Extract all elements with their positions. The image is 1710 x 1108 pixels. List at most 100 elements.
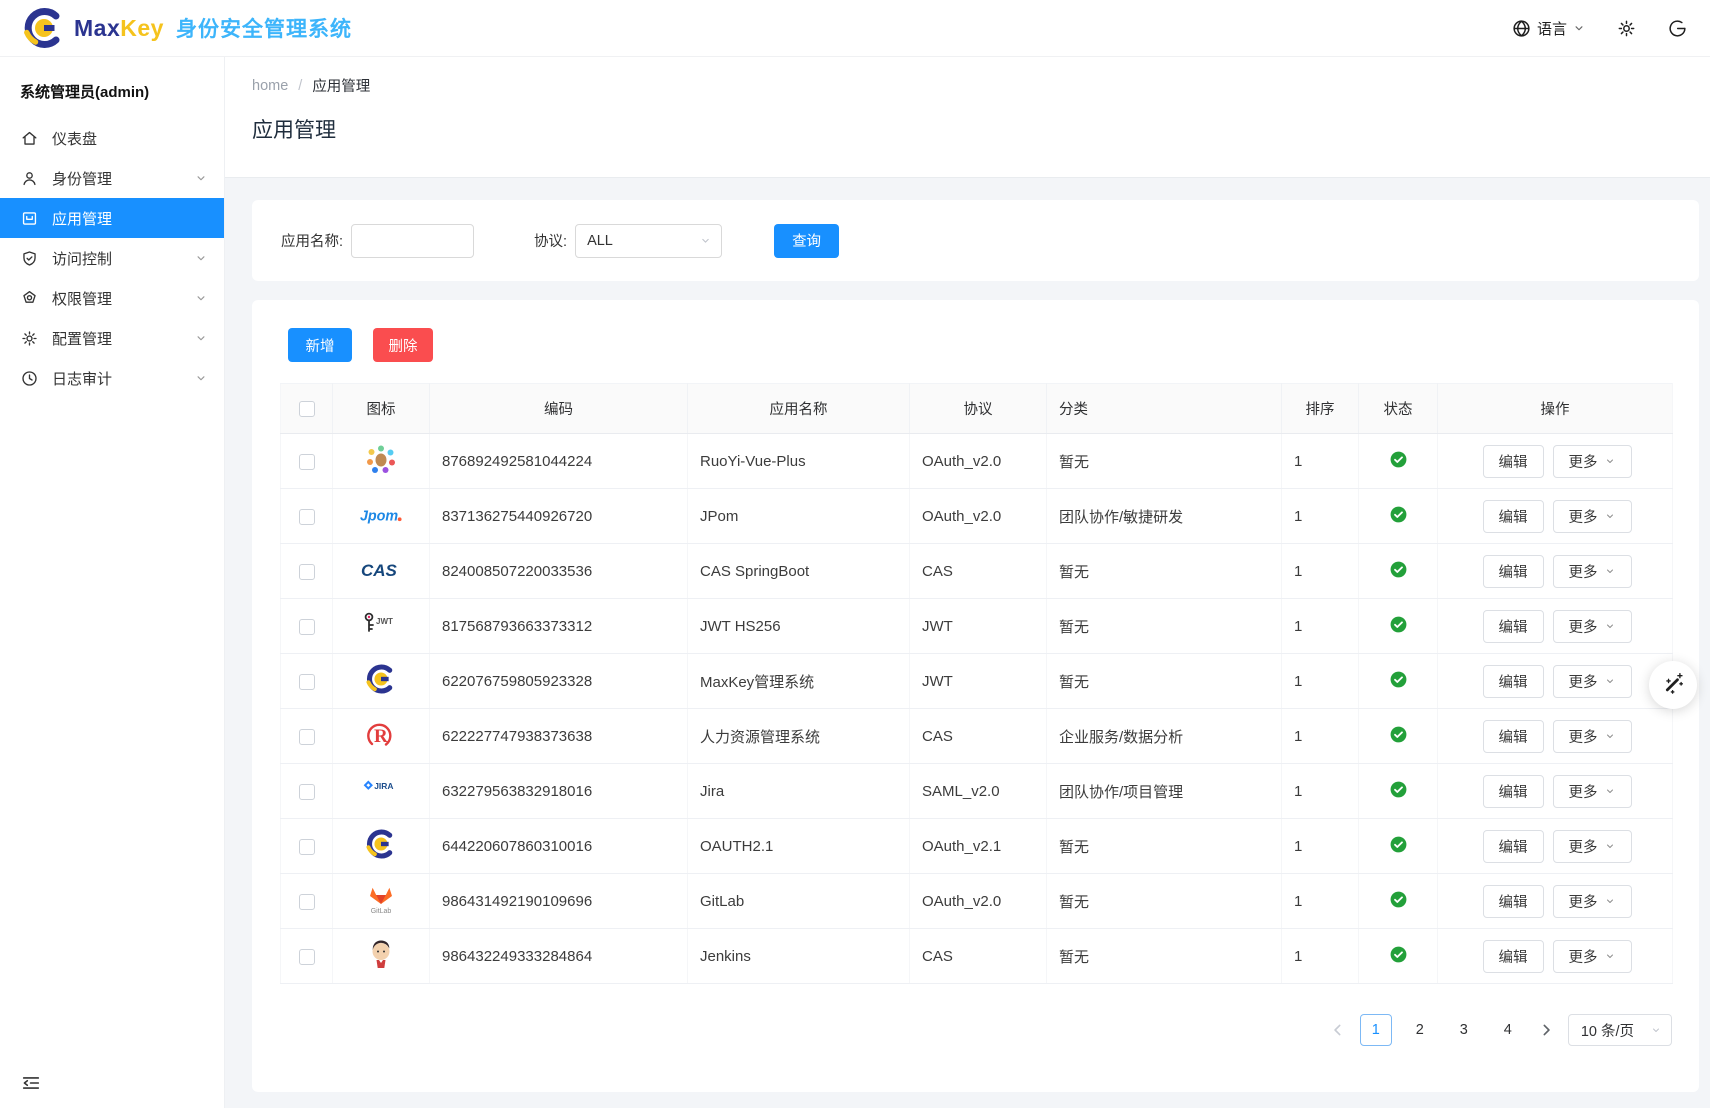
more-button[interactable]: 更多 — [1553, 500, 1632, 533]
row-checkbox[interactable] — [299, 674, 315, 690]
svg-text:JWT: JWT — [376, 617, 393, 626]
sidebar-item-audit[interactable]: 日志审计 — [0, 358, 224, 398]
row-checkbox[interactable] — [299, 454, 315, 470]
app-sort: 1 — [1282, 599, 1359, 654]
row-checkbox[interactable] — [299, 894, 315, 910]
chevron-down-icon — [1604, 730, 1616, 742]
gear-icon — [1616, 18, 1637, 39]
gear-icon — [20, 329, 39, 348]
jwt-logo-icon: JWT — [359, 608, 403, 640]
row-checkbox[interactable] — [299, 509, 315, 525]
more-button[interactable]: 更多 — [1553, 665, 1632, 698]
svg-text:JIRA: JIRA — [374, 781, 393, 791]
header-actions: 语言 — [1511, 18, 1688, 39]
edit-button[interactable]: 编辑 — [1483, 830, 1544, 863]
app-name: GitLab — [688, 874, 910, 929]
app-name: 人力资源管理系统 — [688, 709, 910, 764]
app-protocol: OAuth_v2.0 — [910, 874, 1047, 929]
protocol-select[interactable]: ALL — [575, 224, 722, 258]
edit-button[interactable]: 编辑 — [1483, 445, 1544, 478]
status-enabled-icon — [1389, 615, 1408, 634]
sidebar-item-permissions[interactable]: 权限管理 — [0, 278, 224, 318]
page-number-button[interactable]: 4 — [1492, 1014, 1524, 1046]
page-number-button[interactable]: 2 — [1404, 1014, 1436, 1046]
app-sort: 1 — [1282, 819, 1359, 874]
chevron-down-icon — [194, 251, 208, 265]
app-name-input[interactable] — [351, 224, 474, 258]
page-number-button[interactable]: 3 — [1448, 1014, 1480, 1046]
protocol-label: 协议: — [534, 230, 567, 251]
logout-button[interactable] — [1667, 18, 1688, 39]
settings-button[interactable] — [1616, 18, 1637, 39]
app-category: 暂无 — [1047, 654, 1282, 709]
app-window-icon — [20, 209, 39, 228]
app-code: 986432249333284864 — [430, 929, 688, 984]
brand: Max Key 身份安全管理系统 — [22, 6, 352, 50]
row-checkbox[interactable] — [299, 839, 315, 855]
more-button[interactable]: 更多 — [1553, 775, 1632, 808]
delete-button[interactable]: 删除 — [373, 328, 433, 362]
more-button[interactable]: 更多 — [1553, 610, 1632, 643]
main-content: home / 应用管理 应用管理 应用名称: 协议: ALL 查询 新增 删除 … — [225, 57, 1710, 1108]
edit-button[interactable]: 编辑 — [1483, 665, 1544, 698]
row-checkbox[interactable] — [299, 619, 315, 635]
edit-button[interactable]: 编辑 — [1483, 775, 1544, 808]
row-checkbox[interactable] — [299, 564, 315, 580]
breadcrumb-separator: / — [298, 78, 302, 94]
row-checkbox[interactable] — [299, 784, 315, 800]
app-name: MaxKey管理系统 — [688, 654, 910, 709]
app-category: 暂无 — [1047, 599, 1282, 654]
jira-logo-icon: JIRA — [359, 773, 403, 805]
more-button[interactable]: 更多 — [1553, 445, 1632, 478]
table-row: R622227747938373638人力资源管理系统CAS企业服务/数据分析1… — [281, 709, 1673, 764]
edit-button[interactable]: 编辑 — [1483, 555, 1544, 588]
search-button[interactable]: 查询 — [774, 224, 839, 258]
chevron-down-icon — [1604, 675, 1616, 687]
edit-button[interactable]: 编辑 — [1483, 610, 1544, 643]
prev-page-button[interactable] — [1328, 1020, 1348, 1040]
gitlab-logo-icon: GitLab — [359, 883, 403, 915]
sidebar-item-dashboard[interactable]: 仪表盘 — [0, 118, 224, 158]
table-row: CAS824008507220033536CAS SpringBootCAS暂无… — [281, 544, 1673, 599]
edit-button[interactable]: 编辑 — [1483, 885, 1544, 918]
sidebar-item-access[interactable]: 访问控制 — [0, 238, 224, 278]
more-button[interactable]: 更多 — [1553, 940, 1632, 973]
more-button[interactable]: 更多 — [1553, 555, 1632, 588]
table-row: 622076759805923328MaxKey管理系统JWT暂无1编辑更多 — [281, 654, 1673, 709]
breadcrumb-home[interactable]: home — [252, 78, 288, 94]
collapse-sidebar-icon[interactable] — [20, 1072, 42, 1094]
status-enabled-icon — [1389, 450, 1408, 469]
sidebar-item-identity[interactable]: 身份管理 — [0, 158, 224, 198]
sidebar-user: 系统管理员(admin) — [0, 57, 224, 118]
more-button[interactable]: 更多 — [1553, 720, 1632, 753]
row-checkbox[interactable] — [299, 949, 315, 965]
page-number-button[interactable]: 1 — [1360, 1014, 1392, 1046]
clock-icon — [20, 369, 39, 388]
more-button[interactable]: 更多 — [1553, 830, 1632, 863]
column-header: 编码 — [430, 384, 688, 434]
edit-button[interactable]: 编辑 — [1483, 500, 1544, 533]
status-enabled-icon — [1389, 780, 1408, 799]
select-all-checkbox[interactable] — [299, 401, 315, 417]
app-category: 暂无 — [1047, 929, 1282, 984]
edit-button[interactable]: 编辑 — [1483, 940, 1544, 973]
language-menu[interactable]: 语言 — [1511, 18, 1586, 39]
edit-button[interactable]: 编辑 — [1483, 720, 1544, 753]
column-header: 排序 — [1282, 384, 1359, 434]
row-checkbox[interactable] — [299, 729, 315, 745]
next-page-button[interactable] — [1536, 1020, 1556, 1040]
app-code: 622227747938373638 — [430, 709, 688, 764]
sidebar-item-config[interactable]: 配置管理 — [0, 318, 224, 358]
table-row: 986432249333284864JenkinsCAS暂无1编辑更多 — [281, 929, 1673, 984]
app-protocol: CAS — [910, 929, 1047, 984]
maxkey-logo-icon — [22, 6, 66, 50]
theme-wand-button[interactable] — [1649, 661, 1697, 709]
brand-key: Key — [120, 15, 164, 42]
shield-icon — [20, 249, 39, 268]
app-sort: 1 — [1282, 709, 1359, 764]
sidebar-item-apps[interactable]: 应用管理 — [0, 198, 224, 238]
app-protocol: CAS — [910, 544, 1047, 599]
page-size-select[interactable]: 10 条/页 — [1568, 1014, 1672, 1046]
more-button[interactable]: 更多 — [1553, 885, 1632, 918]
add-button[interactable]: 新增 — [288, 328, 352, 362]
